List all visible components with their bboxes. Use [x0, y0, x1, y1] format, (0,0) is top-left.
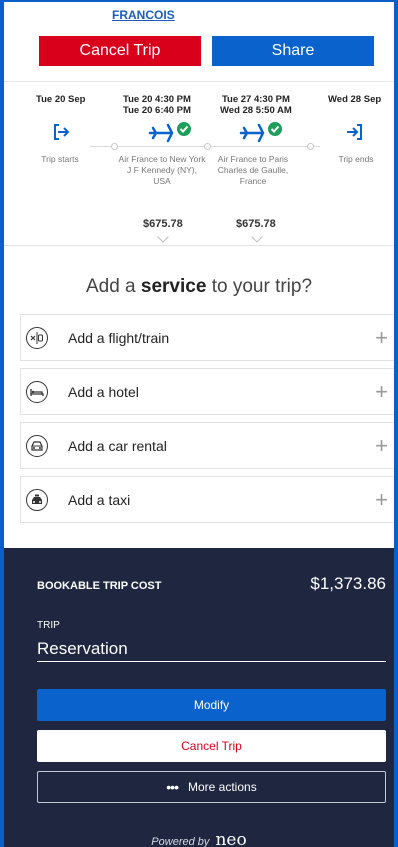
add-service-heading-post: to your trip? — [206, 276, 313, 297]
trip-name-field[interactable]: Reservation — [37, 639, 128, 659]
more-actions-label: More actions — [188, 780, 257, 794]
end-date: Wed 28 Sep — [328, 94, 382, 105]
cancel-trip-button-top[interactable]: Cancel Trip — [39, 36, 201, 66]
add-hotel-plus-icon[interactable]: + — [375, 379, 388, 405]
bookable-cost-value: $1,373.86 — [310, 574, 386, 593]
start-desc: Trip starts — [41, 154, 79, 164]
add-service-heading-pre: Add a — [85, 276, 141, 297]
traveler-name-link[interactable]: FRANCOIS — [112, 8, 175, 22]
add-service-heading-bold: service — [140, 276, 207, 297]
flight2-times: Tue 27 4:30 PM Wed 28 5:50 AM — [220, 94, 292, 116]
add-car-rental-plus-icon[interactable]: + — [375, 433, 388, 459]
flight1-plane-icon — [148, 120, 192, 149]
flight1-arrival: Tue 20 6:40 PM — [123, 105, 191, 116]
flight-train-icon — [26, 326, 48, 349]
flight1-departure: Tue 20 4:30 PM — [123, 94, 191, 105]
modify-button[interactable]: Modify — [37, 689, 386, 721]
powered-by-text: Powered by — [151, 836, 210, 847]
flight2-arrival: Wed 28 5:50 AM — [220, 105, 292, 116]
flight1-desc: Air France to New York J F Kennedy (NY),… — [118, 154, 206, 186]
more-actions-button[interactable]: ••• More actions — [37, 771, 386, 803]
timeline-dot — [307, 143, 314, 150]
add-car-rental-row[interactable]: Add a car rental + — [20, 422, 398, 469]
add-flight-train-plus-icon[interactable]: + — [375, 325, 388, 351]
add-flight-train-label: Add a flight/train — [68, 329, 170, 346]
timeline-start: Tue 20 Sep — [36, 94, 85, 105]
flight2-plane-icon — [239, 120, 283, 149]
flight2-price[interactable]: $675.78 — [236, 218, 276, 230]
trip-field-underline — [37, 661, 386, 662]
bookable-cost-label: BOOKABLE TRIP COST — [37, 580, 162, 592]
powered-by-footer: Powered by neo — [0, 830, 398, 847]
add-hotel-label: Add a hotel — [68, 383, 139, 400]
trip-summary-panel: BOOKABLE TRIP COST $1,373.86 TRIP Reserv… — [0, 548, 398, 847]
flight2-departure: Tue 27 4:30 PM — [221, 94, 290, 105]
add-taxi-row[interactable]: Add a taxi + — [20, 476, 398, 523]
flight1-times: Tue 20 4:30 PM Tue 20 6:40 PM — [123, 94, 191, 116]
trip-header: FRANCOIS Cancel Trip Share — [0, 0, 398, 82]
timeline-dot — [204, 143, 211, 150]
add-service-heading: Add a service to your trip? — [0, 276, 398, 298]
add-flight-train-row[interactable]: Add a flight/train + — [20, 314, 398, 361]
hotel-icon — [26, 380, 48, 403]
timeline-end: Wed 28 Sep — [328, 94, 381, 105]
flight1-price[interactable]: $675.78 — [143, 218, 183, 230]
add-car-rental-label: Add a car rental — [68, 437, 167, 454]
add-taxi-plus-icon[interactable]: + — [375, 487, 388, 513]
flight2-desc: Air France to Paris Charles de Gaulle, F… — [217, 154, 289, 186]
timeline-dot — [111, 143, 118, 150]
neo-logo: neo — [215, 830, 247, 847]
add-hotel-row[interactable]: Add a hotel + — [20, 368, 398, 415]
start-date: Tue 20 Sep — [36, 94, 86, 105]
end-desc: Trip ends — [338, 154, 374, 164]
taxi-icon — [26, 488, 48, 511]
car-rental-icon — [26, 434, 48, 457]
trip-field-label: TRIP — [37, 620, 60, 631]
add-taxi-label: Add a taxi — [68, 491, 131, 508]
cancel-trip-button[interactable]: Cancel Trip — [37, 730, 386, 762]
more-dots-icon: ••• — [166, 779, 179, 795]
trip-end-icon — [344, 122, 364, 147]
trip-start-icon — [52, 122, 72, 147]
trip-timeline: Tue 20 Sep Trip starts Tue 20 4:30 PM Tu… — [0, 82, 398, 246]
share-button[interactable]: Share — [212, 36, 374, 66]
